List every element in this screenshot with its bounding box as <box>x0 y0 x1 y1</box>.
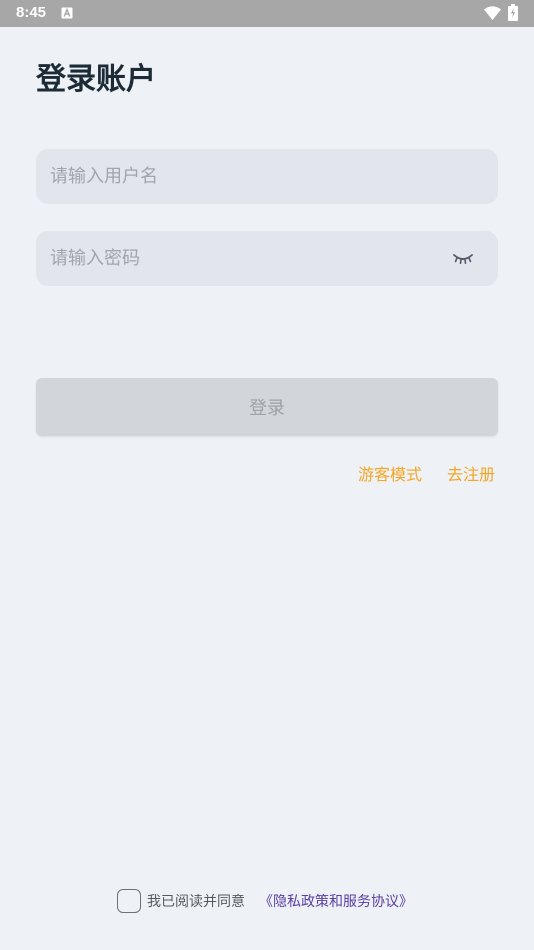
status-time: 8:45 <box>16 4 47 21</box>
page-title: 登录账户 <box>36 62 156 97</box>
agreement-text: 我已阅读并同意 <box>147 894 245 910</box>
register-link[interactable]: 去注册 <box>447 461 495 485</box>
password-input[interactable] <box>36 231 498 286</box>
login-button[interactable]: 登录 <box>36 378 498 436</box>
eye-closed-icon[interactable] <box>452 251 474 267</box>
guest-mode-link[interactable]: 游客模式 <box>358 461 422 485</box>
username-input[interactable] <box>36 149 498 204</box>
agreement-row: 我已阅读并同意 《隐私政策和服务协议》 <box>117 888 413 914</box>
password-field[interactable] <box>36 231 498 286</box>
battery-charging-icon <box>508 4 518 21</box>
privacy-policy-link[interactable]: 《隐私政策和服务协议》 <box>259 891 413 911</box>
agree-checkbox[interactable] <box>117 889 141 913</box>
wifi-icon <box>484 6 501 20</box>
a-notification-icon <box>61 7 73 19</box>
status-bar: 8:45 <box>0 0 534 27</box>
username-field[interactable] <box>36 149 498 204</box>
